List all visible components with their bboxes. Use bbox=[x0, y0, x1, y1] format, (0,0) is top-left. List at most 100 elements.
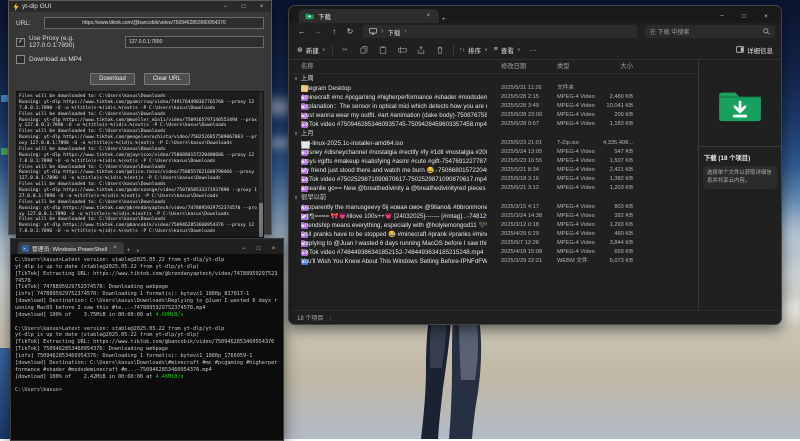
file-row[interactable]: kali-linux-2025.1c-installer-amd64.iso 2… bbox=[289, 139, 698, 148]
file-date: 2025/3/24 14:38 bbox=[501, 212, 555, 221]
file-row[interactable]: #toys #gifts #makeup #satisfying #asmr #… bbox=[289, 157, 698, 166]
file-name[interactable]: #apparently the manusgeevy бij новая смо… bbox=[301, 203, 487, 212]
cut-button[interactable]: ✂ bbox=[339, 46, 352, 54]
clear-url-button[interactable]: Clear URL bbox=[144, 73, 190, 85]
group-header[interactable]: ∨上周 bbox=[289, 74, 698, 84]
close-button[interactable]: × bbox=[266, 243, 281, 254]
column-header-date[interactable]: 修改日期 bbox=[501, 61, 555, 73]
file-name[interactable]: Friendship means everything, especially … bbox=[301, 221, 487, 230]
file-row[interactable]: TikTok video #748449386341852152-7484493… bbox=[289, 248, 698, 257]
log-line: Running: yt-dlp https://www.tiktok.com/@… bbox=[19, 153, 257, 165]
file-row[interactable]: Explanation：The sensor in optical mici w… bbox=[289, 102, 698, 111]
download-button[interactable]: Download bbox=[90, 73, 135, 85]
search-input[interactable]: 在 下载 中搜索 bbox=[650, 27, 760, 36]
column-header-size[interactable]: 大小 bbox=[581, 61, 633, 73]
file-name[interactable]: I just wanna wear my outfit. #art #anima… bbox=[301, 111, 487, 120]
explorer-tab[interactable]: 下载 × bbox=[299, 9, 439, 23]
file-row[interactable]: DUI pranks have to be stopped 😂 #minecra… bbox=[289, 230, 698, 239]
delete-button[interactable] bbox=[434, 46, 447, 54]
file-row[interactable]: #minecraft #mc #pcgaming #higherperforma… bbox=[289, 93, 698, 102]
proxy-checkbox[interactable]: ✓ bbox=[16, 38, 25, 47]
up-button[interactable]: ↑ bbox=[327, 27, 341, 36]
terminal-line: [download] Destination: C:\Users\kasus\D… bbox=[15, 298, 279, 312]
minimize-button[interactable]: − bbox=[236, 243, 251, 254]
proxy-input[interactable]: 127.0.0.1:7890 bbox=[125, 36, 264, 48]
file-row[interactable]: #disney #disneychannel #nostalgia #recti… bbox=[289, 148, 698, 157]
more-options-button[interactable]: … bbox=[526, 46, 539, 53]
file-row[interactable]: My friend just stood there and watch me … bbox=[289, 166, 698, 175]
view-icon: ≡ bbox=[494, 46, 498, 53]
minimize-button[interactable]: − bbox=[711, 9, 733, 23]
file-row[interactable]: TikTok video #7509462853460935745-750942… bbox=[289, 120, 698, 129]
file-row[interactable]: #meanlie go== New @breathedivinity a @br… bbox=[289, 184, 698, 193]
file-type: 文件夹 bbox=[557, 84, 601, 93]
rename-button[interactable] bbox=[396, 46, 409, 54]
terminal-tab[interactable]: >_ 管理员: Windows PowerShell × bbox=[18, 242, 124, 254]
wallpaper-anime-character-legs bbox=[417, 318, 487, 439]
close-button[interactable]: × bbox=[755, 9, 777, 23]
file-row[interactable]: TikTok video #7502529871090870617-750252… bbox=[289, 175, 698, 184]
maximize-button[interactable]: □ bbox=[733, 9, 755, 23]
file-date: 2025/5/24 13:05 bbox=[501, 148, 555, 157]
close-button[interactable]: × bbox=[254, 1, 269, 12]
new-button[interactable]: ⊕ 新建 ∨ bbox=[297, 45, 326, 55]
group-header[interactable]: ∨很早以前 bbox=[289, 193, 698, 203]
file-name[interactable]: TikTok video #7502529871090870617-750252… bbox=[301, 175, 487, 184]
file-name[interactable]: My friend just stood there and watch me … bbox=[301, 166, 487, 175]
details-pane-toggle[interactable]: 详细信息 bbox=[736, 45, 773, 55]
terminal-line: [info] 7509462853460954376: Downloading … bbox=[15, 353, 279, 360]
file-size: 460 KB bbox=[581, 230, 633, 239]
file-row[interactable]: [♥]|¶|==== 🎀💗#ilove 100s++💗 [24032025]--… bbox=[289, 212, 698, 221]
log-scrollbar[interactable] bbox=[259, 92, 263, 237]
sort-button[interactable]: ↑↓ 排序 ∨ bbox=[460, 45, 488, 55]
explorer-tabbar[interactable]: 下载 × + − □ × bbox=[289, 6, 781, 23]
column-header-name[interactable]: 名称 bbox=[301, 61, 487, 73]
maximize-button[interactable]: □ bbox=[236, 1, 251, 12]
file-name[interactable]: kali-linux-2025.1c-installer-amd64.iso bbox=[301, 139, 487, 148]
breadcrumb[interactable]: › 下载 › bbox=[363, 25, 637, 38]
file-row[interactable]: #apparently the manusgeevy бij новая смо… bbox=[289, 203, 698, 212]
file-row[interactable]: Friendship means everything, especially … bbox=[289, 221, 698, 230]
group-header[interactable]: ∨上月 bbox=[289, 129, 698, 139]
file-name[interactable]: Telegram Desktop bbox=[301, 84, 487, 93]
log-line: Running: yt-dlp https://www.tiktok.com/@… bbox=[19, 170, 257, 182]
desktop-icon-fragment[interactable] bbox=[1, 95, 8, 102]
file-name[interactable]: DUI pranks have to be stopped 😂 #minecra… bbox=[301, 230, 487, 239]
breadcrumb-location[interactable]: 下载 bbox=[387, 27, 400, 37]
file-name[interactable]: TikTok video #7509462853460935745-750942… bbox=[301, 120, 487, 129]
file-row[interactable]: Replying to @Juan I wasted 6 days runnin… bbox=[289, 239, 698, 248]
file-name[interactable]: #meanlie go== New @breathedivinity a @br… bbox=[301, 184, 487, 193]
view-button[interactable]: ≡ 查看 ∨ bbox=[494, 45, 521, 55]
file-row[interactable]: Telegram Desktop 2025/5/31 11:26 文件夹 bbox=[289, 84, 698, 93]
url-input[interactable]: https://www.tiktok.com/@bancobik/video/7… bbox=[44, 17, 264, 29]
file-name[interactable]: #minecraft #mc #pcgaming #higherperforma… bbox=[301, 93, 487, 102]
paste-button[interactable] bbox=[377, 46, 390, 54]
share-button[interactable] bbox=[415, 46, 428, 54]
ytdlp-gui-titlebar[interactable]: yt-dlp GUI − □ × bbox=[9, 1, 271, 12]
copy-button[interactable] bbox=[358, 46, 371, 54]
refresh-button[interactable]: ↻ bbox=[343, 27, 357, 36]
file-name[interactable]: Explanation：The sensor in optical mici w… bbox=[301, 102, 487, 111]
file-name[interactable]: TikTok video #748449386341852152-7484493… bbox=[301, 248, 487, 257]
file-name[interactable]: You'll Wish You Knew About This Windows … bbox=[301, 257, 487, 266]
log-scrollbar-thumb[interactable] bbox=[259, 203, 263, 237]
file-row[interactable]: You'll Wish You Knew About This Windows … bbox=[289, 257, 698, 266]
file-row[interactable]: I just wanna wear my outfit. #art #anima… bbox=[289, 111, 698, 120]
file-name[interactable]: #toys #gifts #makeup #satisfying #asmr #… bbox=[301, 157, 487, 166]
file-name[interactable]: #disney #disneychannel #nostalgia #recti… bbox=[301, 148, 487, 157]
mp4-checkbox[interactable] bbox=[16, 55, 25, 64]
file-name[interactable]: [♥]|¶|==== 🎀💗#ilove 100s++💗 [24032025]--… bbox=[301, 212, 487, 221]
tab-close-icon[interactable]: × bbox=[110, 245, 120, 251]
explorer-window: 下载 × + − □ × ← → ↑ ↻ › 下载 › 在 下载 中搜索 bbox=[288, 5, 782, 325]
minimize-button[interactable]: − bbox=[218, 1, 233, 12]
file-date: 2025/5/28 0:57 bbox=[501, 120, 555, 129]
terminal-titlebar[interactable]: >_ 管理员: Windows PowerShell × + ∨ − □ × bbox=[11, 239, 283, 254]
maximize-button[interactable]: □ bbox=[251, 243, 266, 254]
file-name[interactable]: Replying to @Juan I wasted 6 days runnin… bbox=[301, 239, 487, 248]
search-box[interactable]: 在 下载 中搜索 bbox=[645, 25, 775, 38]
back-button[interactable]: ← bbox=[295, 27, 309, 36]
forward-button[interactable]: → bbox=[311, 27, 325, 36]
tab-close-icon[interactable]: × bbox=[423, 13, 433, 19]
desktop-icon-fragment[interactable] bbox=[1, 148, 8, 155]
terminal-output[interactable]: C:\Users\kasus>Latest version: stable@20… bbox=[11, 254, 283, 440]
